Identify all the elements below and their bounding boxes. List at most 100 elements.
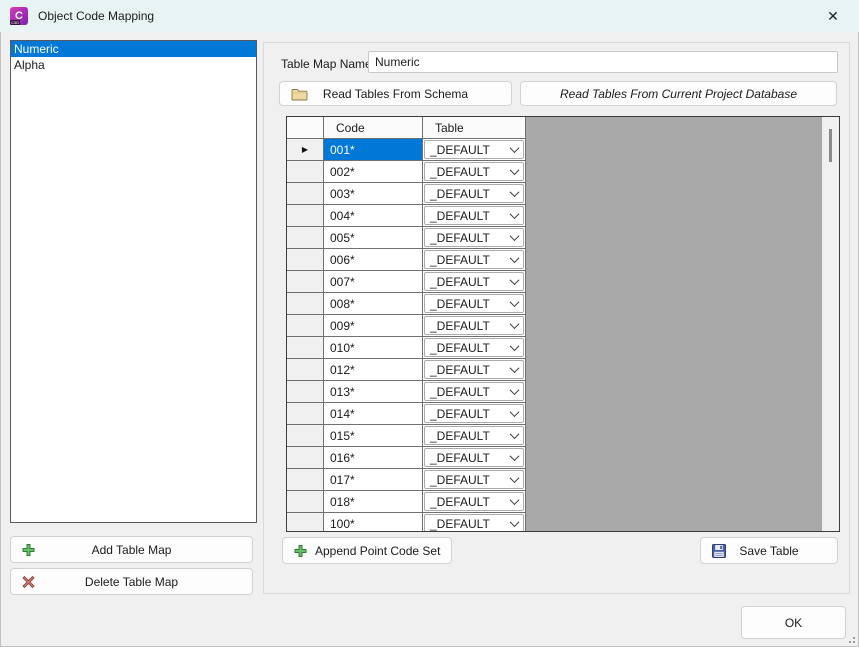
table-cell: _DEFAULT [423,469,526,491]
row-selector-cell[interactable] [287,337,324,359]
civil3d-app-icon: CC3D [10,7,28,25]
chevron-down-icon[interactable] [505,471,523,488]
resize-grip[interactable] [853,641,855,643]
chevron-down-icon[interactable] [505,229,523,246]
row-selector-cell[interactable]: ▶ [287,139,324,161]
chevron-down-icon[interactable] [505,251,523,268]
code-cell[interactable]: 008* [324,293,423,315]
row-selector-cell[interactable] [287,403,324,425]
row-selector-cell[interactable] [287,469,324,491]
code-cell[interactable]: 006* [324,249,423,271]
chevron-down-icon[interactable] [505,317,523,334]
chevron-down-icon[interactable] [505,427,523,444]
scrollbar-thumb[interactable] [829,129,832,162]
ok-label: OK [785,616,802,630]
row-selector-cell[interactable] [287,447,324,469]
row-selector-cell[interactable] [287,293,324,315]
chevron-down-icon[interactable] [505,185,523,202]
table-map-list[interactable]: NumericAlpha [10,40,257,523]
table-combobox[interactable]: _DEFAULT [424,184,524,203]
row-selector-cell[interactable] [287,227,324,249]
table-combobox[interactable]: _DEFAULT [424,250,524,269]
code-cell[interactable]: 002* [324,161,423,183]
row-selector-cell[interactable] [287,425,324,447]
table-combobox[interactable]: _DEFAULT [424,206,524,225]
delete-table-map-button[interactable]: Delete Table Map [10,568,253,595]
chevron-down-icon[interactable] [505,449,523,466]
chevron-down-icon[interactable] [505,383,523,400]
table-row: 012*_DEFAULT [287,359,526,381]
row-selector-cell[interactable] [287,359,324,381]
chevron-down-icon[interactable] [505,339,523,356]
table-combobox[interactable]: _DEFAULT [424,470,524,489]
append-point-code-set-button[interactable]: Append Point Code Set [282,537,452,564]
read-tables-from-schema-button[interactable]: Read Tables From Schema [279,81,512,106]
table-combobox[interactable]: _DEFAULT [424,426,524,445]
row-selector-cell[interactable] [287,249,324,271]
app-icon-badge: C3D [10,20,20,25]
chevron-down-icon[interactable] [505,141,523,158]
code-cell[interactable]: 010* [324,337,423,359]
code-cell[interactable]: 001* [324,139,423,161]
table-combobox[interactable]: _DEFAULT [424,272,524,291]
chevron-down-icon[interactable] [505,273,523,290]
row-selector-cell[interactable] [287,183,324,205]
code-cell[interactable]: 012* [324,359,423,381]
code-cell[interactable]: 017* [324,469,423,491]
table-combobox[interactable]: _DEFAULT [424,448,524,467]
code-cell[interactable]: 009* [324,315,423,337]
code-cell[interactable]: 014* [324,403,423,425]
grid-vertical-scrollbar[interactable] [822,117,839,531]
table-row: 016* _DEFAULT [287,447,526,469]
code-cell[interactable]: 100* [324,513,423,532]
chevron-down-icon[interactable] [505,207,523,224]
row-selector-cell[interactable] [287,271,324,293]
ok-button[interactable]: OK [741,606,846,639]
chevron-down-icon[interactable] [505,361,523,378]
table-combobox[interactable]: _DEFAULT [424,404,524,423]
table-combobox[interactable]: _DEFAULT [424,492,524,511]
table-combobox[interactable]: _DEFAULT [424,228,524,247]
table-row: 013*_DEFAULT [287,381,526,403]
chevron-down-icon[interactable] [505,405,523,422]
list-item[interactable]: Alpha [11,57,256,73]
chevron-down-icon[interactable] [505,163,523,180]
table-combobox[interactable]: _DEFAULT [424,382,524,401]
close-icon[interactable]: ✕ [813,0,853,32]
chevron-down-icon[interactable] [505,493,523,510]
code-cell[interactable]: 016* [324,447,423,469]
table-combobox[interactable]: _DEFAULT [424,514,524,532]
table-map-name-input[interactable] [368,51,838,73]
table-row: 003*_DEFAULT [287,183,526,205]
table-combobox[interactable]: _DEFAULT [424,140,524,159]
code-cell[interactable]: 018* [324,491,423,513]
table-combobox[interactable]: _DEFAULT [424,360,524,379]
code-cell[interactable]: 007* [324,271,423,293]
code-cell[interactable]: 003* [324,183,423,205]
row-selector-cell[interactable] [287,205,324,227]
table-cell: _DEFAULT [423,447,526,469]
list-item[interactable]: Numeric [11,41,256,57]
row-selector-cell[interactable] [287,161,324,183]
row-selector-cell[interactable] [287,315,324,337]
add-table-map-button[interactable]: Add Table Map [10,536,253,563]
code-table-grid: Code Table ▶001*_DEFAULT002*_DEFAULT003*… [286,116,840,532]
row-selector-cell[interactable] [287,513,324,532]
row-selector-cell[interactable] [287,381,324,403]
table-combobox[interactable]: _DEFAULT [424,316,524,335]
table-combobox[interactable]: _DEFAULT [424,294,524,313]
chevron-down-icon[interactable] [505,295,523,312]
object-code-mapping-dialog: CC3D Object Code Mapping ✕ NumericAlpha … [0,0,859,647]
code-cell[interactable]: 004* [324,205,423,227]
code-cell[interactable]: 013* [324,381,423,403]
code-cell[interactable]: 005* [324,227,423,249]
table-combobox-value: _DEFAULT [430,451,490,465]
row-selector-cell[interactable] [287,491,324,513]
table-combobox-value: _DEFAULT [430,165,490,179]
code-cell[interactable]: 015* [324,425,423,447]
table-combobox[interactable]: _DEFAULT [424,162,524,181]
table-combobox[interactable]: _DEFAULT [424,338,524,357]
chevron-down-icon[interactable] [505,515,523,532]
read-tables-from-database-button[interactable]: Read Tables From Current Project Databas… [520,81,837,106]
save-table-button[interactable]: Save Table [700,537,838,564]
